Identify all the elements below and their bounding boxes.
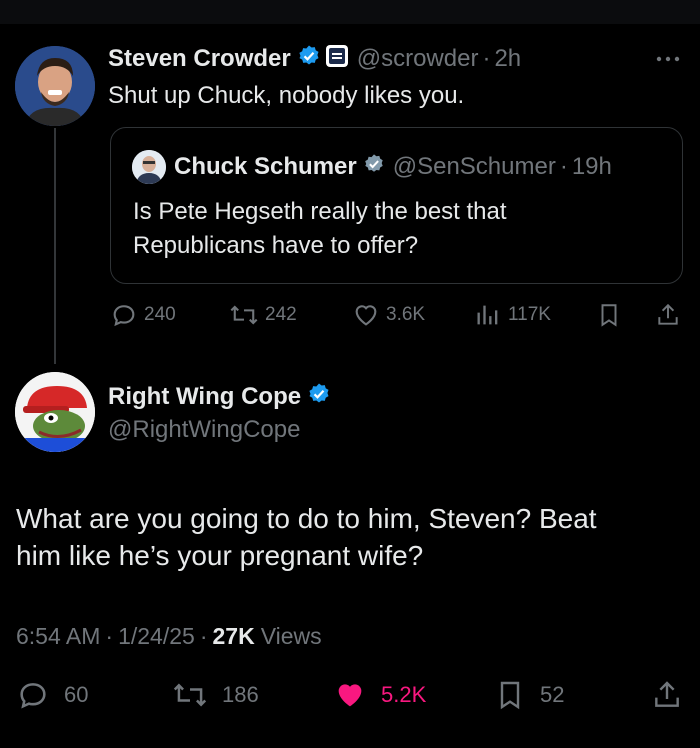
author-name[interactable]: Steven Crowder [108,45,291,73]
reply-reply-button[interactable]: 60 [16,678,88,712]
reply-icon [20,683,46,709]
reply-date[interactable]: 1/24/25 [118,623,195,650]
reply-views-count: 27K [212,622,255,649]
separator-dot: · [482,45,491,72]
bookmark-icon [601,304,617,327]
reply-time[interactable]: 6:54 AM [16,623,100,650]
author-handle[interactable]: @scrowder [357,45,479,73]
like-button[interactable]: 3.6K [352,301,425,329]
reply-meta: 6:54 AM · 1/24/25 · 27K Views [16,622,322,650]
bookmark-icon [500,681,520,710]
reply-header: Right Wing Cope [108,382,331,412]
person-icon [132,150,166,184]
reply-text-line-2: him like he’s your pregnant wife? [16,540,424,571]
more-icon[interactable] [655,52,681,71]
separator-dot: · [199,622,208,649]
share-icon [655,681,679,707]
separator-dot: · [559,153,568,180]
reply-reply-count: 60 [64,682,89,707]
quote-header: Chuck Schumer @SenSchumer · 19h [174,152,612,182]
reply-text-line-1: What are you going to do to him, Steven?… [16,503,597,534]
thread-line [54,128,56,364]
top-bar [0,0,700,24]
repost-button[interactable]: 242 [229,301,297,329]
views-button[interactable]: 117K [474,301,551,329]
verified-badge-icon [363,153,385,182]
verified-badge-icon [297,44,321,75]
reply-like-button[interactable]: 5.2K [333,678,426,712]
like-count: 3.6K [386,304,426,325]
heart-icon [355,305,377,326]
quote-time: 19h [571,153,612,180]
tweet-text: Shut up Chuck, nobody likes you. [108,82,465,109]
reply-icon [113,305,135,327]
quote-text-line-1: Is Pete Hegseth really the best that [133,198,507,225]
tweet-header: Steven Crowder @scrowder · 2h [108,44,521,74]
reply-count: 240 [144,304,176,325]
reply-repost-count: 186 [222,682,259,707]
repost-count: 242 [265,304,297,325]
reply-repost-button[interactable]: 186 [172,678,259,712]
reply-bookmark-button[interactable]: 52 [494,678,564,712]
reply-author-handle[interactable]: @RightWingCope [108,416,300,444]
frog-avatar-icon [15,372,95,452]
heart-filled-icon [338,684,362,707]
reply-views-label: Views [260,622,322,649]
share-icon [658,303,678,325]
verified-badge-icon [307,382,331,413]
reply-like-count: 5.2K [381,682,427,707]
separator-dot: · [105,622,114,649]
avatar-steven-crowder[interactable] [15,46,95,126]
quote-author-name: Chuck Schumer [174,153,357,180]
share-button[interactable] [655,301,681,329]
reply-share-button[interactable] [651,678,683,712]
person-icon [15,46,95,126]
reply-author-name[interactable]: Right Wing Cope [108,383,301,411]
analytics-icon [477,305,498,325]
bookmark-button[interactable] [596,301,622,329]
tweet-time[interactable]: 2h [494,45,521,73]
repost-icon [173,683,207,707]
quote-author-handle: @SenSchumer [392,153,556,180]
avatar-chuck-schumer [132,150,166,184]
quote-text-line-2: Republicans have to offer? [133,232,419,259]
reply-button[interactable]: 240 [110,301,176,329]
repost-icon [230,305,258,325]
views-count: 117K [508,304,551,325]
avatar-right-wing-cope[interactable] [15,372,95,452]
reply-bookmark-count: 52 [540,682,565,707]
affiliate-badge-icon [325,44,349,75]
